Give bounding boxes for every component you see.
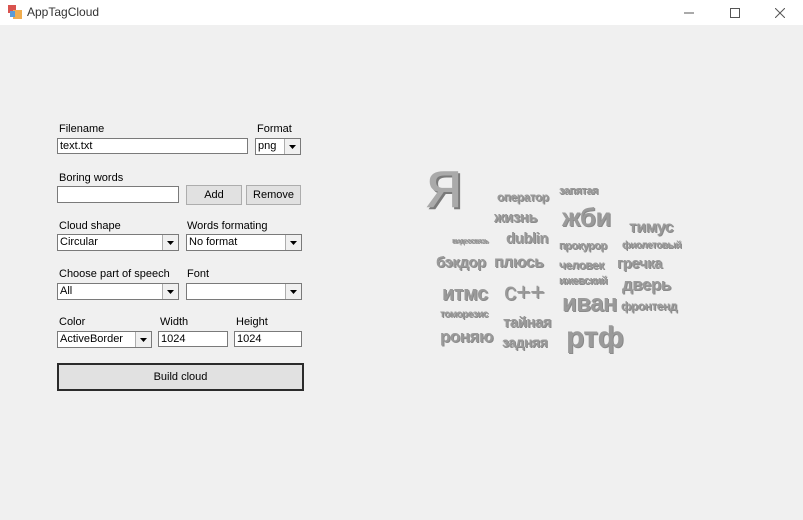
window-title: AppTagCloud [27, 5, 100, 19]
cloud-word: ртф [566, 321, 624, 354]
build-cloud-button[interactable]: Build cloud [57, 363, 304, 391]
cloud-shape-label: Cloud shape [59, 220, 121, 232]
cloud-word: тимус [629, 219, 674, 236]
color-label: Color [59, 316, 86, 328]
minimize-button[interactable] [666, 0, 712, 25]
chevron-down-icon [290, 240, 297, 245]
boring-words-label: Boring words [59, 172, 124, 184]
cloud-word: плюсь [494, 254, 544, 271]
chevron-down-icon [290, 289, 297, 294]
words-formatting-label: Words formating [187, 220, 268, 232]
cloud-word: прокурор [559, 240, 607, 252]
part-of-speech-select[interactable]: All [57, 283, 179, 300]
width-label: Width [160, 316, 189, 328]
minimize-icon [684, 12, 694, 13]
remove-button[interactable]: Remove [246, 185, 301, 205]
font-label: Font [187, 268, 210, 280]
close-button[interactable] [757, 0, 803, 25]
cloud-word: роняю [440, 327, 493, 346]
cloud-word: ижевский [559, 275, 608, 287]
cloud-word: жби [562, 202, 611, 232]
dropdown-arrow[interactable] [285, 284, 301, 299]
cloud-word: оператор [497, 190, 549, 204]
height-input[interactable]: 1024 [234, 331, 302, 347]
add-button[interactable]: Add [186, 185, 242, 205]
chevron-down-icon [140, 337, 147, 342]
maximize-icon [730, 7, 740, 18]
width-input[interactable]: 1024 [158, 331, 228, 347]
cloud-word: фиолетовый [622, 240, 682, 251]
filename-input[interactable]: text.txt [57, 138, 248, 154]
cloud-word: фронтенд [621, 299, 677, 313]
cloud-word: человек [559, 258, 604, 272]
cloud-word: с++ [504, 278, 545, 306]
cloud-word: запятая [559, 185, 598, 197]
part-of-speech-label: Choose part of speech [59, 268, 170, 280]
format-label: Format [257, 123, 292, 135]
cloud-shape-select[interactable]: Circular [57, 234, 179, 251]
close-icon [775, 7, 785, 18]
filename-label: Filename [59, 123, 105, 135]
cloud-word: томорезис [440, 309, 488, 320]
cloud-shape-value: Circular [60, 236, 98, 248]
dropdown-arrow[interactable] [284, 139, 300, 154]
dropdown-arrow[interactable] [162, 235, 178, 250]
title-bar: AppTagCloud [0, 0, 803, 25]
height-label: Height [236, 316, 268, 328]
maximize-button[interactable] [712, 0, 758, 25]
cloud-word: гречка [617, 255, 662, 272]
color-value: ActiveBorder [60, 333, 123, 345]
cloud-word: иван [562, 290, 618, 317]
part-of-speech-value: All [60, 285, 73, 297]
cloud-word: жизнь [494, 209, 538, 226]
cloud-word: dublin [506, 230, 549, 247]
cloud-word: итмс [442, 283, 488, 305]
boring-words-input[interactable] [57, 186, 179, 203]
chevron-down-icon [289, 144, 296, 149]
cloud-word: я [426, 146, 463, 222]
format-value: png [258, 140, 277, 152]
words-formatting-select[interactable]: No format [186, 234, 302, 251]
color-select[interactable]: ActiveBorder [57, 331, 152, 348]
app-icon [8, 5, 22, 19]
cloud-word: видеосвязь [452, 238, 489, 245]
font-select[interactable] [186, 283, 302, 300]
dropdown-arrow[interactable] [135, 332, 151, 347]
cloud-word: дверь [622, 275, 671, 294]
chevron-down-icon [167, 289, 174, 294]
words-formatting-value: No format [189, 236, 238, 248]
tag-cloud-image: я оператор запятая жизнь жби тимус видео… [420, 150, 700, 370]
dropdown-arrow[interactable] [162, 284, 178, 299]
cloud-word: бэкдор [436, 254, 486, 271]
cloud-word: задняя [502, 334, 548, 350]
format-select[interactable]: png [255, 138, 301, 155]
chevron-down-icon [167, 240, 174, 245]
cloud-word: тайная [503, 314, 552, 331]
dropdown-arrow[interactable] [285, 235, 301, 250]
